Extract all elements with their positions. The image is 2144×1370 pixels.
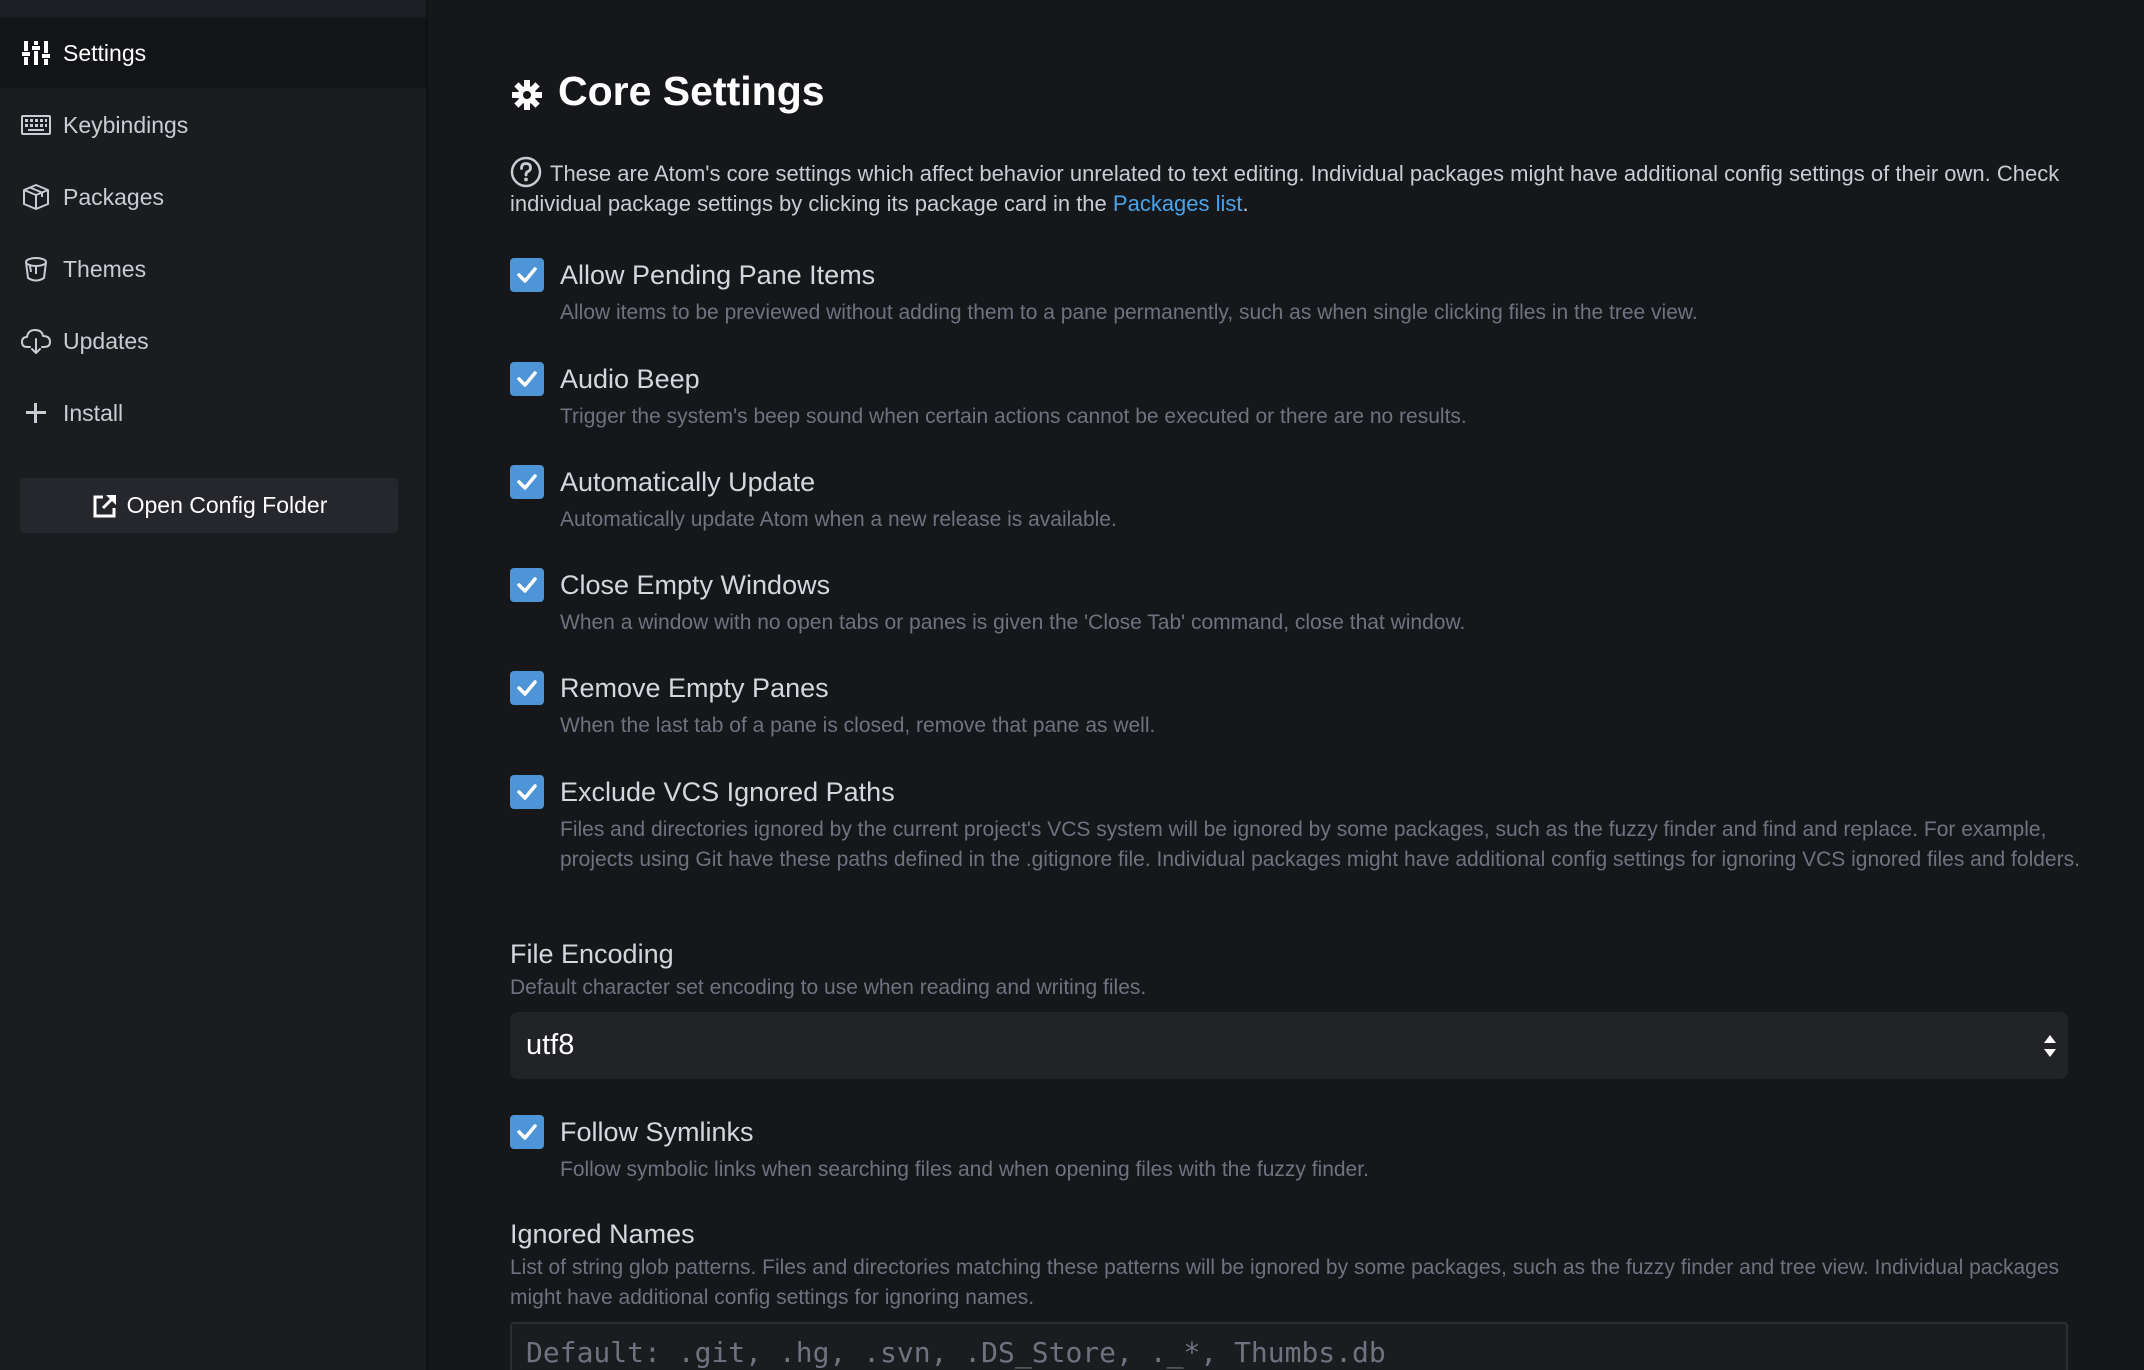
sidebar-item-keybindings[interactable]: Keybindings bbox=[0, 90, 426, 160]
packages-list-link[interactable]: Packages list bbox=[1113, 191, 1243, 216]
setting-description: When a window with no open tabs or panes… bbox=[560, 611, 1466, 634]
setting-description: When the last tab of a pane is closed, r… bbox=[560, 714, 1156, 737]
checkmark-icon bbox=[517, 474, 537, 490]
ignored-names-input[interactable] bbox=[524, 1334, 2028, 1370]
sidebar-item-updates[interactable]: Updates bbox=[0, 306, 426, 376]
setting-description: Follow symbolic links when searching fil… bbox=[560, 1158, 1369, 1181]
open-config-folder-label: Open Config Folder bbox=[126, 492, 328, 518]
paintcan-icon bbox=[19, 252, 53, 286]
question-icon bbox=[510, 156, 542, 188]
ignored-names-field[interactable] bbox=[510, 1322, 2068, 1370]
sidebar-item-label: Updates bbox=[63, 327, 149, 354]
setting-description: Files and directories ignored by the cur… bbox=[560, 818, 2080, 871]
plus-icon bbox=[19, 396, 53, 430]
remove-empty-panes-checkbox[interactable] bbox=[510, 671, 544, 705]
checkmark-icon bbox=[517, 680, 537, 696]
cloud-download-icon bbox=[19, 324, 53, 358]
sidebar-item-label: Packages bbox=[63, 183, 165, 210]
sidebar-top-strip bbox=[0, 0, 426, 16]
file-encoding-description: Default character set encoding to use wh… bbox=[510, 976, 1147, 999]
sidebar-item-install[interactable]: Install bbox=[0, 378, 426, 448]
gear-icon bbox=[512, 79, 542, 110]
sidebar-item-label: Install bbox=[63, 399, 124, 426]
setting-title: Allow Pending Pane Items bbox=[560, 260, 876, 290]
checkmark-icon bbox=[517, 267, 537, 283]
keyboard-icon bbox=[19, 108, 53, 142]
sidebar-item-label: Settings bbox=[63, 39, 147, 66]
sidebar-item-themes[interactable]: Themes bbox=[0, 234, 426, 304]
intro-text: These are Atom's core settings which aff… bbox=[510, 161, 2060, 216]
audio-beep-checkbox[interactable] bbox=[510, 362, 544, 396]
ignored-names-description: List of string glob patterns. Files and … bbox=[510, 1256, 2060, 1309]
setting-title: Remove Empty Panes bbox=[560, 673, 829, 703]
ignored-names-title: Ignored Names bbox=[510, 1219, 695, 1249]
sliders-icon bbox=[19, 36, 53, 70]
settings-window: Settings Keybindings Packages Themes Upd… bbox=[0, 0, 2144, 1370]
link-external-icon bbox=[93, 494, 116, 517]
page-title: Core Settings bbox=[510, 68, 825, 115]
setting-title: Exclude VCS Ignored Paths bbox=[560, 777, 895, 807]
exclude-vcs-ignored-paths-checkbox[interactable] bbox=[510, 775, 544, 809]
checkmark-icon bbox=[517, 1124, 537, 1140]
sidebar-item-settings[interactable]: Settings bbox=[0, 18, 426, 88]
setting-title: Automatically Update bbox=[560, 467, 816, 497]
file-encoding-value: utf8 bbox=[526, 1029, 575, 1061]
close-empty-windows-checkbox[interactable] bbox=[510, 568, 544, 602]
settings-sidebar: Settings Keybindings Packages Themes Upd… bbox=[0, 0, 428, 1370]
setting-description: Automatically update Atom when a new rel… bbox=[560, 508, 1117, 531]
checkmark-icon bbox=[517, 577, 537, 593]
automatically-update-checkbox[interactable] bbox=[510, 465, 544, 499]
setting-title: Follow Symlinks bbox=[560, 1117, 754, 1147]
file-encoding-title: File Encoding bbox=[510, 939, 674, 969]
allow-pending-pane-items-checkbox[interactable] bbox=[510, 258, 544, 292]
sidebar-item-label: Themes bbox=[63, 255, 147, 282]
package-icon bbox=[19, 180, 53, 214]
select-arrows-icon bbox=[2044, 1035, 2056, 1057]
sidebar-item-packages[interactable]: Packages bbox=[0, 162, 426, 232]
page-title-text: Core Settings bbox=[558, 68, 825, 114]
open-config-folder-button[interactable]: Open Config Folder bbox=[20, 478, 398, 533]
setting-description: Trigger the system's beep sound when cer… bbox=[560, 405, 1467, 428]
follow-symlinks-checkbox[interactable] bbox=[510, 1115, 544, 1149]
setting-title: Close Empty Windows bbox=[560, 570, 831, 600]
intro-end: . bbox=[1242, 191, 1249, 216]
checkmark-icon bbox=[517, 371, 537, 387]
file-encoding-select[interactable]: utf8 bbox=[510, 1012, 2068, 1079]
settings-panel: Core Settings These are Atom's core sett… bbox=[430, 0, 2144, 1370]
sidebar-item-label: Keybindings bbox=[63, 111, 189, 138]
checkmark-icon bbox=[517, 784, 537, 800]
setting-title: Audio Beep bbox=[560, 364, 700, 394]
settings-intro: These are Atom's core settings which aff… bbox=[510, 156, 2090, 219]
setting-description: Allow items to be previewed without addi… bbox=[560, 301, 1698, 324]
